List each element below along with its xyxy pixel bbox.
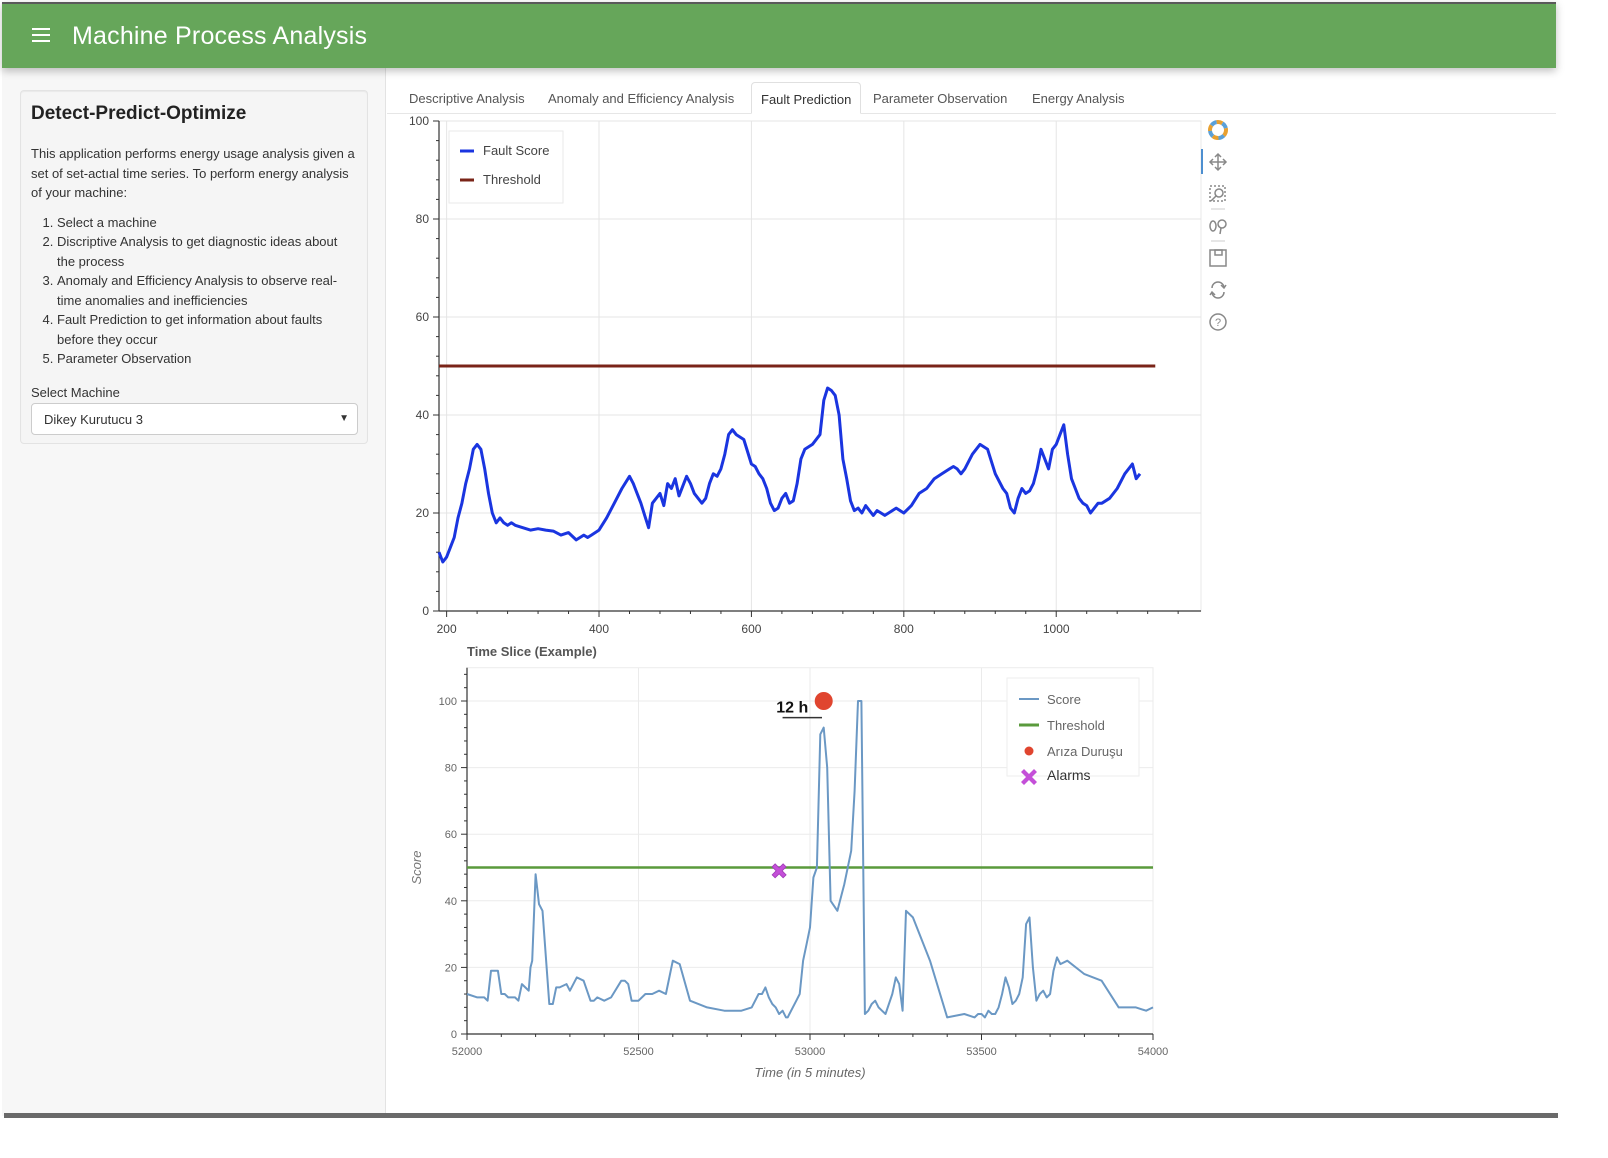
svg-text:?: ? bbox=[1215, 317, 1221, 329]
plot-toolbar: ? bbox=[1199, 116, 1235, 346]
box-zoom-icon[interactable] bbox=[1209, 185, 1226, 202]
pan-icon[interactable] bbox=[1208, 152, 1228, 172]
x-tick-label: 200 bbox=[437, 622, 457, 636]
select-machine-label: Select Machine bbox=[31, 384, 120, 400]
machine-select[interactable]: Dikey Kurutucu 3 ▼ bbox=[31, 402, 358, 435]
step-item: Fault Prediction to get information abou… bbox=[57, 310, 357, 349]
hamburger-menu-icon[interactable] bbox=[32, 28, 50, 42]
y-tick-label: 60 bbox=[416, 310, 430, 324]
x-tick-label: 52000 bbox=[452, 1046, 483, 1058]
top-navbar: Machine Process Analysis bbox=[2, 2, 1556, 68]
y-tick-label: 20 bbox=[416, 506, 430, 520]
x-tick-label: 53000 bbox=[795, 1046, 826, 1058]
tab-anomaly-efficiency-analysis[interactable]: Anomaly and Efficiency Analysis bbox=[548, 82, 734, 114]
chart-legend: Fault Score Threshold bbox=[448, 130, 564, 204]
y-tick-label: 80 bbox=[416, 212, 430, 226]
x-tick-label: 1000 bbox=[1043, 622, 1070, 636]
y-tick-label: 40 bbox=[416, 408, 430, 422]
wheel-zoom-icon[interactable] bbox=[1209, 219, 1227, 235]
x-tick-label: 600 bbox=[741, 622, 761, 636]
tab-energy-analysis[interactable]: Energy Analysis bbox=[1032, 82, 1125, 114]
tab-bar: Descriptive Analysis Anomaly and Efficie… bbox=[387, 82, 1556, 114]
tab-fault-prediction[interactable]: Fault Prediction bbox=[751, 82, 862, 114]
y-tick-label: 100 bbox=[409, 114, 429, 128]
x-tick-label: 52500 bbox=[623, 1046, 654, 1058]
tab-parameter-observation[interactable]: Parameter Observation bbox=[873, 82, 1007, 114]
y-tick-label: 20 bbox=[445, 962, 457, 974]
x-axis-label: Time (in 5 minutes) bbox=[754, 1065, 865, 1080]
interval-annotation-label: 12 h bbox=[776, 700, 808, 717]
legend-label: Threshold bbox=[1047, 718, 1105, 733]
sidebar-description: This application performs energy usage a… bbox=[31, 146, 355, 200]
reset-icon[interactable] bbox=[1209, 281, 1227, 299]
main-panel: Descriptive Analysis Anomaly and Efficie… bbox=[387, 68, 1556, 1116]
step-item: Anomaly and Efficiency Analysis to obser… bbox=[57, 271, 357, 310]
sidebar-panel: Detect-Predict-Optimize This application… bbox=[20, 90, 368, 444]
legend-box bbox=[448, 130, 564, 204]
bottom-divider bbox=[4, 1113, 1558, 1118]
legend-label-threshold: Threshold bbox=[483, 172, 541, 187]
sidebar: Detect-Predict-Optimize This application… bbox=[2, 68, 386, 1116]
step-item: Discriptive Analysis to get diagnostic i… bbox=[57, 232, 357, 271]
time-slice-chart: Time Slice (Example) 0 20 40 60 80 100 52000 525… bbox=[409, 644, 1169, 1080]
chart-title: Time Slice (Example) bbox=[467, 644, 597, 659]
legend-label-fault-score: Fault Score bbox=[483, 143, 549, 158]
chart-legend: Score Threshold Arıza Duruşu Alarms bbox=[1006, 677, 1140, 785]
step-item: Parameter Observation bbox=[57, 349, 357, 369]
legend-label: Score bbox=[1047, 692, 1081, 707]
y-tick-label: 60 bbox=[445, 829, 457, 841]
x-tick-label: 400 bbox=[589, 622, 609, 636]
save-icon[interactable] bbox=[1209, 249, 1227, 267]
fault-score-chart[interactable]: 0 20 40 60 80 100 200 400 600 800 1000 Fault Score T… bbox=[387, 114, 1227, 654]
y-tick-label: 80 bbox=[445, 763, 457, 775]
x-tick-label: 800 bbox=[894, 622, 914, 636]
y-tick-label: 0 bbox=[451, 1029, 457, 1041]
legend-swatch-fault-stop bbox=[1024, 746, 1034, 756]
help-icon[interactable]: ? bbox=[1209, 313, 1227, 331]
app-title: Machine Process Analysis bbox=[72, 22, 368, 50]
sidebar-heading: Detect-Predict-Optimize bbox=[31, 103, 247, 124]
tab-descriptive-analysis[interactable]: Descriptive Analysis bbox=[409, 82, 525, 114]
bokeh-logo-icon[interactable] bbox=[1208, 120, 1228, 140]
caret-down-icon: ▼ bbox=[339, 412, 349, 424]
fault-stop-marker bbox=[814, 692, 833, 710]
step-item: Select a machine bbox=[57, 213, 357, 233]
app-window: Machine Process Analysis Detect-Predict-… bbox=[2, 2, 1558, 1118]
y-tick-label: 0 bbox=[422, 604, 429, 618]
y-tick-label: 40 bbox=[445, 896, 457, 908]
x-tick-label: 53500 bbox=[966, 1046, 997, 1058]
legend-label: Arıza Duruşu bbox=[1047, 744, 1123, 759]
x-tick-label: 54000 bbox=[1138, 1046, 1169, 1058]
machine-select-value: Dikey Kurutucu 3 bbox=[44, 411, 143, 427]
y-axis-label: Score bbox=[409, 851, 424, 885]
legend-label-alarms: Alarms bbox=[1047, 767, 1091, 783]
steps-list: Select a machine Discriptive Analysis to… bbox=[31, 213, 357, 369]
y-tick-label: 100 bbox=[439, 696, 457, 708]
